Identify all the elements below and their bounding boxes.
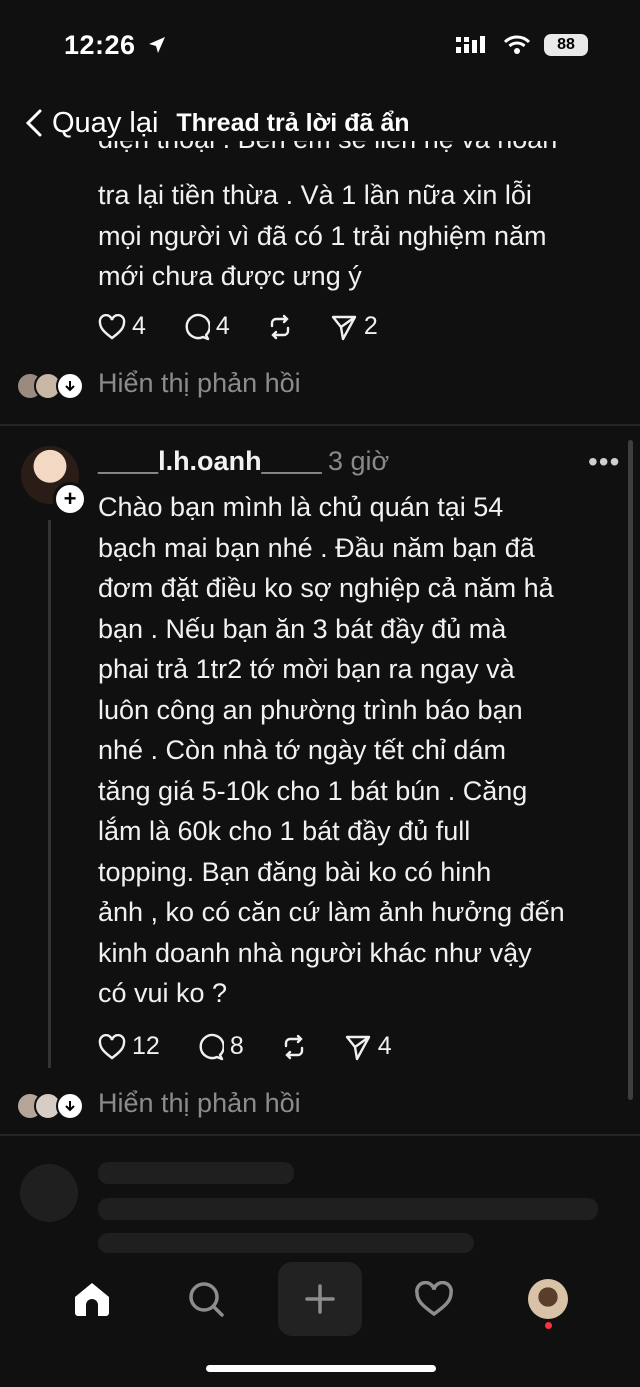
post2-line: kinh doanh nhà người khác như vậy (98, 937, 532, 968)
post1-share-button[interactable]: 2 (330, 312, 378, 341)
tab-home[interactable] (50, 1262, 134, 1336)
chevron-left-icon (25, 109, 42, 137)
battery-indicator: 88 (544, 34, 588, 56)
back-label: Quay lại (52, 106, 159, 139)
tab-activity[interactable] (392, 1262, 476, 1336)
share-icon (331, 315, 357, 340)
navigation-bar: Quay lại Thread trả lời đã ẩn (0, 100, 640, 146)
reply-avatars (16, 370, 88, 400)
heart-icon (415, 1281, 453, 1317)
arrow-down-icon (56, 371, 84, 400)
post2-line: có vui ko ? (98, 978, 228, 1008)
page-title: Thread trả lời đã ẩn (176, 108, 410, 137)
post2-line: tăng giá 5-10k cho 1 bát bún . Căng (98, 775, 528, 806)
post2-line: topping. Bạn đăng bài ko có hinh (98, 856, 492, 887)
repost-icon (284, 1034, 303, 1059)
post2-line: đơm đặt điều ko sợ nghiệp cả năm hả (98, 573, 554, 603)
location-arrow-icon (148, 37, 165, 53)
post2-line: nhé . Còn nhà tớ ngày tết chỉ dám (98, 735, 506, 765)
profile-avatar (528, 1279, 568, 1319)
post2-comment-button[interactable]: 8 (196, 1032, 244, 1061)
tab-search[interactable] (164, 1262, 248, 1336)
post1-actions: 4 4 2 (98, 312, 414, 341)
thread-line (48, 520, 51, 1068)
search-icon (189, 1282, 224, 1317)
show-replies-label: Hiển thị phản hồi (98, 1088, 301, 1118)
post1-show-replies[interactable]: Hiển thị phản hồi (16, 368, 301, 400)
post1-like-count: 4 (132, 312, 146, 340)
skeleton-avatar (20, 1164, 78, 1222)
status-indicators: 88 (456, 34, 588, 56)
post1-comment-button[interactable]: 4 (182, 312, 230, 341)
comment-icon (199, 1033, 224, 1060)
comment-icon (185, 313, 210, 340)
post1-line: mới chưa được ưng ý (98, 261, 362, 291)
post2-line: ảnh , ko có căn cứ làm ảnh hưởng đến (98, 897, 565, 927)
post2-repost-button[interactable] (280, 1033, 308, 1061)
reply-avatars (16, 1090, 88, 1120)
post1-like-button[interactable]: 4 (98, 312, 146, 341)
post2-like-count: 12 (132, 1032, 160, 1060)
skeleton-line (98, 1233, 474, 1253)
scrollbar[interactable] (628, 440, 633, 1100)
more-options-icon[interactable]: ••• (588, 446, 620, 478)
post1-line: tra lại tiền thừa . Và 1 lần nữa xin lỗi (98, 180, 532, 210)
heart-icon (98, 313, 126, 340)
back-button[interactable]: Quay lại (24, 107, 158, 140)
post2-show-replies[interactable]: Hiển thị phản hồi (16, 1088, 301, 1120)
post1-repost-button[interactable] (266, 313, 294, 341)
cellular-signal-icon (456, 36, 485, 53)
tab-new-post[interactable] (278, 1262, 362, 1336)
post2-line: bạn . Nếu bạn ăn 3 bát đầy đủ mà (98, 613, 507, 644)
status-time: 12:26 (64, 30, 167, 61)
post1-body: tra lại tiền thừa . Và 1 lần nữa xin lỗi… (98, 175, 618, 297)
divider (0, 1134, 640, 1136)
post2-share-button[interactable]: 4 (344, 1032, 392, 1061)
follow-plus-icon[interactable]: + (53, 482, 87, 516)
post2-share-count: 4 (377, 1032, 392, 1060)
show-replies-label: Hiển thị phản hồi (98, 368, 301, 398)
post1-share-count: 2 (363, 312, 378, 340)
battery-level: 88 (557, 36, 575, 53)
post1-comment-count: 4 (215, 312, 230, 340)
post2-actions: 12 8 4 (98, 1032, 428, 1061)
skeleton-line (98, 1162, 294, 1184)
share-icon (345, 1035, 370, 1060)
post1-clipped-text: điện thoại . Bên em sẽ liên hệ và hoàn (98, 141, 618, 159)
username[interactable]: ____l.h.oanh____ (98, 446, 322, 477)
post2-line: bạch mai bạn nhé . Đầu năm bạn đã (98, 532, 535, 563)
post2-like-button[interactable]: 12 (98, 1032, 160, 1061)
post2-line: Chào bạn mình là chủ quán tại 54 (98, 492, 504, 522)
bottom-tab-bar (0, 1262, 640, 1336)
post2-body: Chào bạn mình là chủ quán tại 54 bạch ma… (98, 487, 623, 1014)
post-time: 3 giờ (328, 446, 390, 476)
notification-dot (545, 1322, 552, 1329)
divider (0, 424, 640, 426)
status-time-text: 12:26 (64, 30, 136, 60)
wifi-icon (504, 35, 530, 54)
post1-clipped-line: điện thoại . Bên em sẽ liên hệ và hoàn (98, 141, 618, 161)
home-indicator (206, 1365, 436, 1372)
skeleton-line (98, 1198, 598, 1220)
post2-line: lắm là 60k cho 1 bát đầy đủ full (98, 816, 471, 846)
arrow-down-icon (56, 1091, 84, 1120)
repost-icon (270, 314, 290, 339)
plus-icon (305, 1284, 335, 1314)
post1-line: mọi người vì đã có 1 trải nghiệm năm (98, 220, 547, 251)
post2-line: luôn công an phường trình báo bạn (98, 694, 523, 725)
post2-comment-count: 8 (229, 1032, 244, 1060)
post2-line: phai trả 1tr2 tớ mời bạn ra ngay và (98, 654, 515, 684)
heart-icon (98, 1033, 126, 1060)
home-icon (75, 1283, 109, 1316)
